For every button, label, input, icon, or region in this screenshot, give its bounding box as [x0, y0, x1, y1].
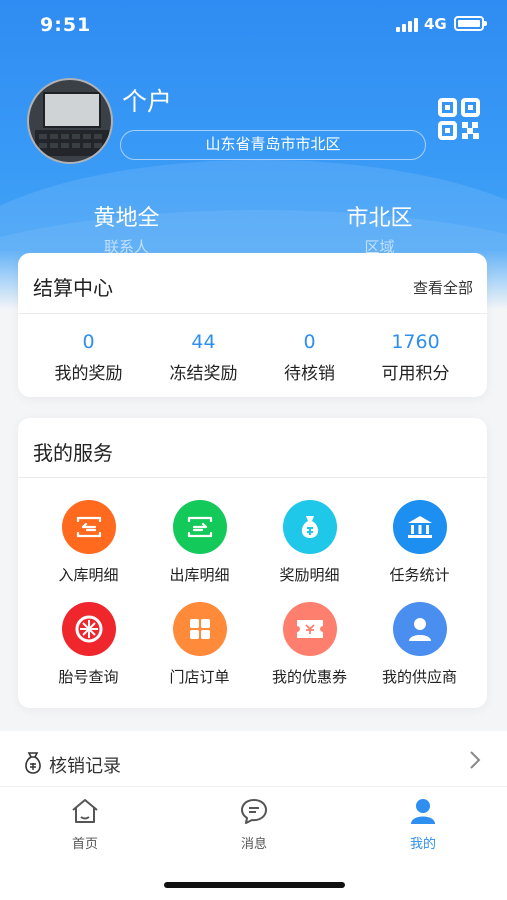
services-card: 我的服务 入库明细 出库明细 奖励明细 任务统计 胎号查询 门店订单 我的优惠券…	[18, 418, 487, 708]
tab-label: 我的	[409, 837, 436, 852]
user-type: 个户	[122, 87, 173, 116]
tire-icon	[61, 602, 116, 656]
home-indicator	[164, 882, 345, 888]
stat-label: 待核销	[284, 364, 335, 384]
tab-label: 消息	[240, 837, 267, 852]
service-label: 我的供应商	[381, 668, 457, 686]
service-inbound-details[interactable]: 入库明细	[30, 500, 147, 585]
service-outbound-details[interactable]: 出库明细	[141, 500, 258, 585]
tab-label: 首页	[71, 837, 98, 852]
service-task-statistics[interactable]: 任务统计	[361, 500, 478, 585]
outbound-icon	[172, 500, 227, 554]
money-bag-icon	[282, 500, 337, 554]
status-bar: 9:51 4G	[0, 0, 507, 50]
verification-record-label: 核销记录	[49, 756, 121, 777]
status-time: 9:51	[40, 14, 92, 36]
stat-frozen-rewards[interactable]: 44 冻结奖励	[145, 331, 262, 384]
stat-label: 可用积分	[381, 364, 450, 384]
service-label: 出库明细	[169, 566, 230, 584]
home-icon	[72, 799, 98, 823]
service-reward-details[interactable]: 奖励明细	[251, 500, 368, 585]
stat-available-points[interactable]: 1760 可用积分	[357, 331, 474, 384]
settlement-title: 结算中心	[33, 276, 113, 300]
contact-person-name: 黄地全	[93, 206, 160, 231]
stat-label: 我的奖励	[54, 364, 123, 384]
tab-messages[interactable]: 消息	[204, 797, 304, 852]
stat-label: 冻结奖励	[169, 364, 238, 384]
grid-icon	[172, 602, 227, 656]
service-tire-number-query[interactable]: 胎号查询	[30, 602, 147, 687]
address-pill: 山东省青岛市市北区	[120, 130, 426, 160]
battery-icon	[454, 16, 487, 31]
network-type: 4G	[424, 15, 447, 33]
person-icon	[392, 602, 447, 656]
card-divider	[18, 477, 487, 478]
money-bag-icon	[22, 751, 44, 775]
chevron-right-icon	[469, 750, 481, 776]
tab-home[interactable]: 首页	[35, 797, 135, 852]
contact-region-name: 市北区	[346, 206, 413, 231]
contact-person: 黄地全 联系人	[0, 200, 253, 257]
service-label: 入库明细	[58, 566, 119, 584]
verification-record-row[interactable]: 核销记录	[0, 731, 507, 793]
settlement-card: 结算中心 查看全部 0 我的奖励 44 冻结奖励 0 待核销 1760 可用积分	[18, 253, 487, 397]
stat-value: 0	[82, 331, 95, 353]
stat-pending-verification[interactable]: 0 待核销	[251, 331, 368, 384]
service-my-suppliers[interactable]: 我的供应商	[361, 602, 478, 687]
services-title: 我的服务	[33, 441, 113, 465]
service-label: 任务统计	[389, 566, 450, 584]
signal-icon	[396, 18, 418, 32]
message-icon	[241, 799, 267, 824]
service-store-orders[interactable]: 门店订单	[141, 602, 258, 687]
stat-value: 44	[191, 331, 216, 353]
stat-value: 1760	[391, 331, 440, 353]
view-all-link[interactable]: 查看全部	[413, 277, 473, 298]
service-label: 我的优惠券	[271, 668, 347, 686]
coupon-icon	[282, 602, 337, 656]
service-label: 奖励明细	[279, 566, 340, 584]
building-icon	[392, 500, 447, 554]
avatar[interactable]	[27, 78, 113, 164]
service-my-coupons[interactable]: 我的优惠券	[251, 602, 368, 687]
stat-value: 0	[303, 331, 316, 353]
contact-region: 市北区 区域	[253, 200, 506, 257]
card-divider	[18, 313, 487, 314]
service-label: 门店订单	[169, 668, 230, 686]
stat-my-rewards[interactable]: 0 我的奖励	[30, 331, 147, 384]
service-label: 胎号查询	[58, 668, 119, 686]
qr-code-icon[interactable]	[437, 97, 481, 141]
tab-mine[interactable]: 我的	[373, 797, 473, 852]
user-icon	[411, 799, 435, 824]
inbound-icon	[61, 500, 116, 554]
